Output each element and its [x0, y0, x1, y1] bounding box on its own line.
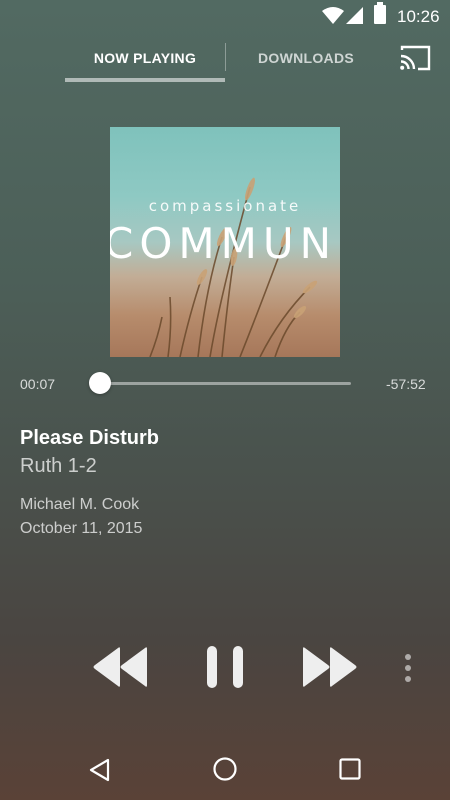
- cast-icon[interactable]: [398, 44, 432, 72]
- battery-icon: [374, 2, 386, 24]
- tab-bar: NOW PLAYING DOWNLOADS: [0, 36, 450, 84]
- fast-forward-icon[interactable]: [302, 646, 358, 688]
- tab-downloads[interactable]: DOWNLOADS: [226, 36, 386, 80]
- status-time: 10:26: [397, 7, 440, 26]
- wifi-icon: [322, 7, 344, 24]
- home-icon[interactable]: [212, 756, 238, 782]
- elapsed-time: 00:07: [20, 376, 56, 392]
- recents-icon[interactable]: [339, 758, 361, 780]
- rewind-icon[interactable]: [92, 646, 148, 688]
- speaker-name: Michael M. Cook: [20, 496, 140, 513]
- album-art-subtitle: compassionate: [148, 197, 302, 215]
- cell-signal-icon: [346, 7, 363, 24]
- track-subtitle: Ruth 1-2: [20, 455, 97, 477]
- seek-thumb[interactable]: [88, 372, 111, 394]
- album-art: compassionate COMMUNITY: [110, 127, 340, 357]
- seek-bar[interactable]: [99, 382, 351, 385]
- album-art-title: COMMUNITY: [110, 219, 340, 268]
- active-tab-indicator: [65, 78, 225, 82]
- back-icon[interactable]: [86, 756, 114, 784]
- track-title: Please Disturb: [20, 427, 159, 449]
- track-date: October 11, 2015: [20, 520, 143, 537]
- status-bar: 10:26: [0, 0, 450, 32]
- pause-icon[interactable]: [206, 645, 244, 689]
- more-vert-icon[interactable]: [402, 652, 414, 684]
- remaining-time: -57:52: [386, 376, 426, 392]
- tab-now-playing[interactable]: NOW PLAYING: [65, 36, 225, 80]
- navigation-bar: [0, 740, 450, 800]
